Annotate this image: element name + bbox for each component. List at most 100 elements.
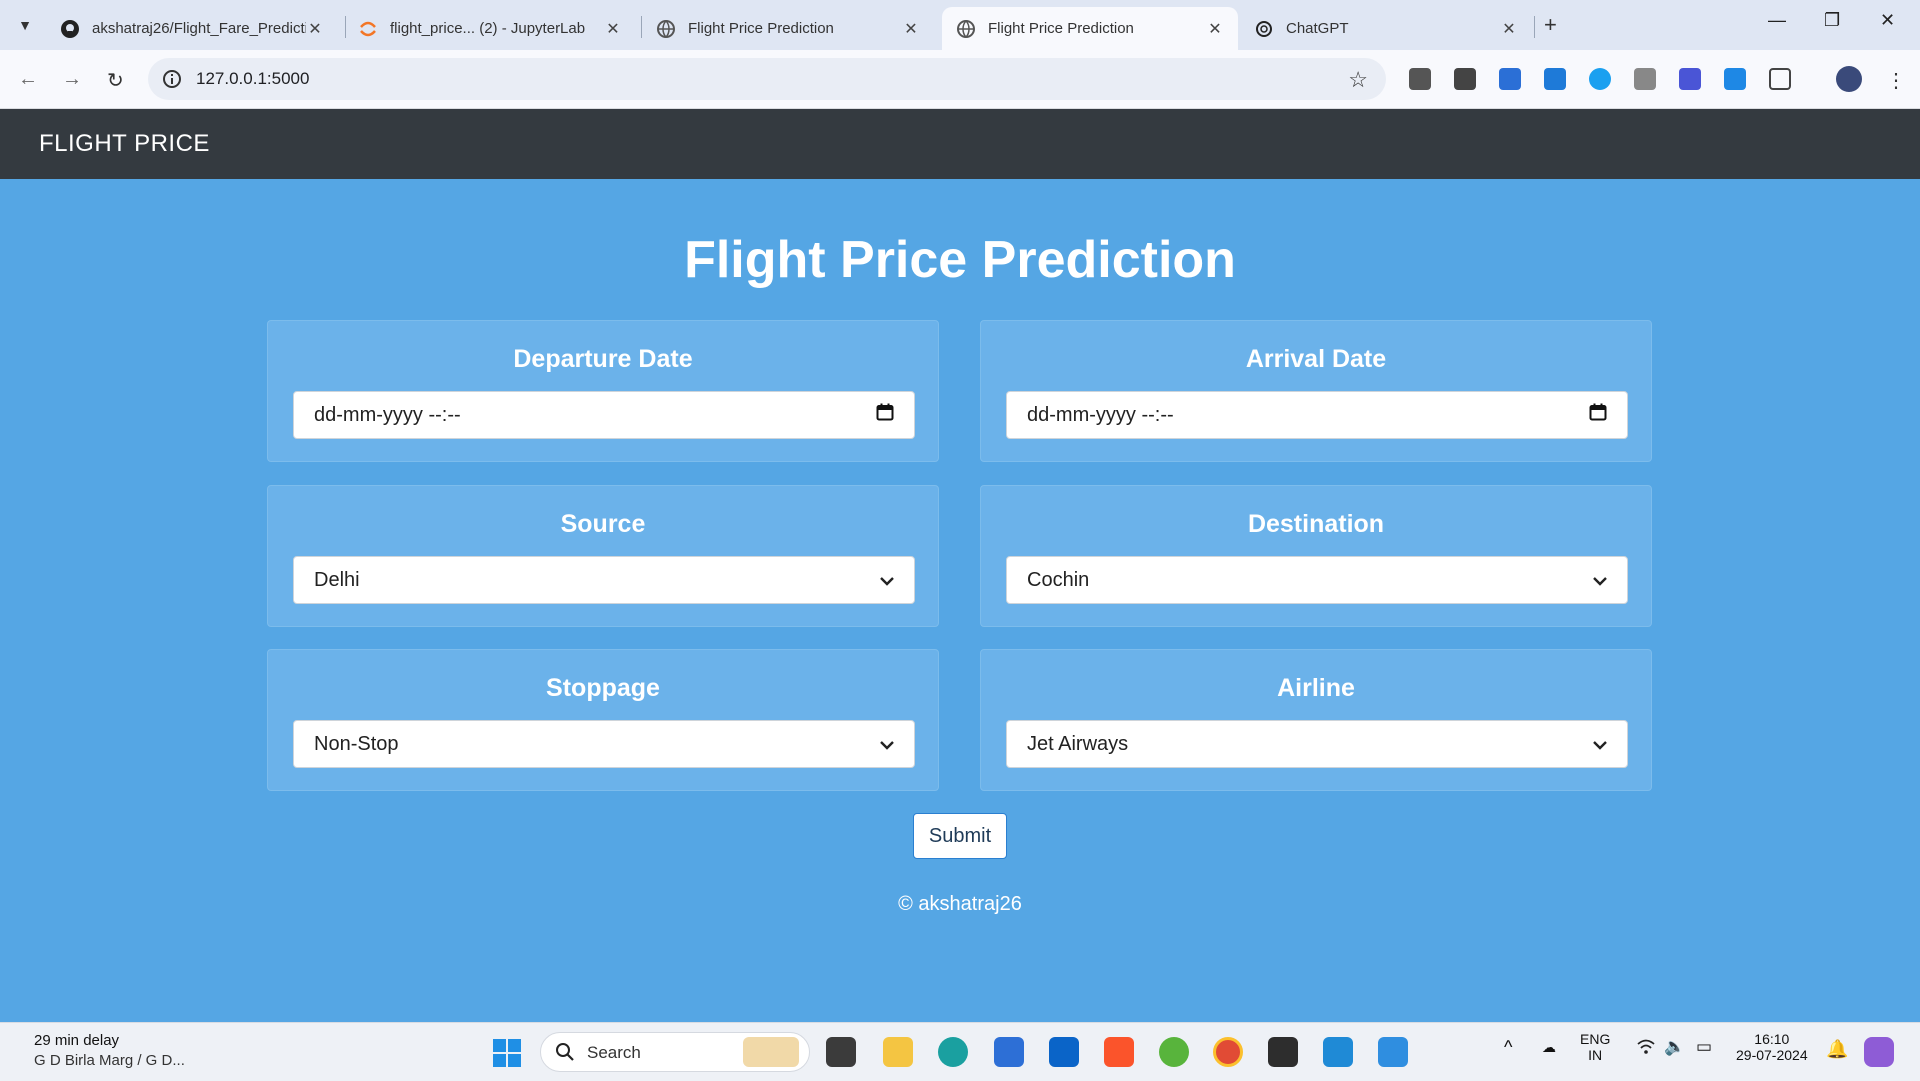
windows-start-icon[interactable] bbox=[492, 1038, 522, 1073]
windows-taskbar: 29 min delay G D Birla Marg / G D... Sea… bbox=[0, 1022, 1920, 1081]
reload-icon[interactable]: ↻ bbox=[107, 68, 124, 93]
notepad-icon[interactable] bbox=[1378, 1037, 1408, 1067]
search-placeholder: Search bbox=[587, 1043, 641, 1062]
weather-widget-line2[interactable]: G D Birla Marg / G D... bbox=[34, 1052, 185, 1069]
minimize-icon[interactable]: — bbox=[1768, 10, 1786, 31]
calendar-icon[interactable] bbox=[876, 403, 894, 427]
language-indicator[interactable]: ENG IN bbox=[1580, 1031, 1610, 1063]
arrival-date-label: Arrival Date bbox=[1245, 345, 1387, 373]
close-icon[interactable]: ✕ bbox=[306, 19, 324, 39]
chevron-down-icon bbox=[880, 733, 894, 756]
airline-value: Jet Airways bbox=[1027, 732, 1129, 755]
tab-title: flight_price... (2) - JupyterLab bbox=[390, 20, 586, 37]
profile-avatar[interactable] bbox=[1836, 66, 1862, 92]
outlook-icon[interactable] bbox=[1049, 1037, 1079, 1067]
close-icon[interactable]: ✕ bbox=[1500, 19, 1518, 39]
page-title: Flight Price Prediction bbox=[684, 231, 1236, 289]
weather-widget-line1[interactable]: 29 min delay bbox=[34, 1032, 119, 1049]
wifi-icon[interactable] bbox=[1636, 1039, 1656, 1058]
calendar-icon[interactable] bbox=[1589, 403, 1607, 427]
extension-save-icon[interactable] bbox=[1724, 68, 1746, 90]
volume-icon[interactable]: 🔈 bbox=[1664, 1037, 1685, 1057]
tab-title: Flight Price Prediction bbox=[988, 20, 1134, 37]
extension-robot-icon[interactable] bbox=[1409, 68, 1431, 90]
chevron-down-icon bbox=[1593, 733, 1607, 756]
browser-tab-strip: ▼ akshatraj26/Flight_Fare_Predicti ✕ fli… bbox=[0, 0, 1920, 50]
destination-label: Destination bbox=[1247, 510, 1385, 538]
new-tab-icon[interactable]: + bbox=[1544, 12, 1557, 38]
tab-chatgpt[interactable]: ChatGPT ✕ bbox=[1240, 7, 1532, 50]
submit-button[interactable]: Submit bbox=[913, 813, 1007, 859]
extension-download-icon[interactable] bbox=[1544, 68, 1566, 90]
tab-divider bbox=[1534, 16, 1535, 38]
notification-bell-icon[interactable]: 🔔 bbox=[1826, 1039, 1848, 1060]
tab-jupyterlab[interactable]: flight_price... (2) - JupyterLab ✕ bbox=[344, 7, 636, 50]
search-highlight-image bbox=[743, 1037, 799, 1067]
terminal-icon[interactable] bbox=[1268, 1037, 1298, 1067]
chrome-icon[interactable] bbox=[1213, 1037, 1243, 1067]
airline-label: Airline bbox=[1277, 674, 1355, 702]
tab-github[interactable]: akshatraj26/Flight_Fare_Predicti ✕ bbox=[46, 7, 338, 50]
tab-title: akshatraj26/Flight_Fare_Predicti bbox=[92, 20, 306, 37]
jupyter-icon bbox=[358, 19, 378, 39]
site-info-icon[interactable] bbox=[162, 69, 182, 94]
forward-icon[interactable]: → bbox=[62, 68, 82, 91]
arrival-date-card: Arrival Date dd-mm-yyyy --:-- bbox=[980, 320, 1652, 462]
departure-date-input[interactable]: dd-mm-yyyy --:-- bbox=[293, 391, 915, 439]
extensions-puzzle-icon[interactable] bbox=[1769, 68, 1791, 90]
show-hidden-icons-chevron[interactable]: ^ bbox=[1504, 1037, 1512, 1058]
departure-date-card: Departure Date dd-mm-yyyy --:-- bbox=[267, 320, 939, 462]
browser-menu-icon[interactable]: ⋮ bbox=[1886, 68, 1906, 93]
search-icon bbox=[555, 1042, 575, 1067]
destination-select[interactable]: Cochin bbox=[1006, 556, 1628, 604]
departure-date-label: Departure Date bbox=[513, 345, 693, 373]
tab-flight-price-prediction[interactable]: Flight Price Prediction ✕ bbox=[642, 7, 934, 50]
microsoft-store-icon[interactable] bbox=[994, 1037, 1024, 1067]
task-view-icon[interactable] bbox=[826, 1037, 856, 1067]
stoppage-card: Stoppage Non-Stop bbox=[267, 649, 939, 791]
stoppage-select[interactable]: Non-Stop bbox=[293, 720, 915, 768]
close-icon[interactable]: ✕ bbox=[902, 19, 920, 39]
tab-search-chevron-icon[interactable]: ▼ bbox=[12, 12, 38, 38]
chevron-down-icon bbox=[880, 569, 894, 592]
close-icon[interactable]: ✕ bbox=[1206, 19, 1224, 39]
restore-icon[interactable]: ❐ bbox=[1824, 10, 1840, 31]
close-icon[interactable]: ✕ bbox=[604, 19, 622, 39]
source-select[interactable]: Delhi bbox=[293, 556, 915, 604]
arrival-date-value: dd-mm-yyyy --:-- bbox=[1027, 403, 1174, 426]
footer-copyright: © akshatraj26 bbox=[898, 893, 1022, 915]
tab-title: ChatGPT bbox=[1286, 20, 1349, 37]
vscode-icon[interactable] bbox=[1323, 1037, 1353, 1067]
globe-icon bbox=[956, 19, 976, 39]
file-explorer-icon[interactable] bbox=[883, 1037, 913, 1067]
brave-icon[interactable] bbox=[1104, 1037, 1134, 1067]
browser-toolbar: ← → ↻ 127.0.0.1:5000 ☆ ⋮ bbox=[0, 50, 1920, 109]
extension-check-icon[interactable] bbox=[1589, 68, 1611, 90]
edge-icon[interactable] bbox=[938, 1037, 968, 1067]
duolingo-icon[interactable] bbox=[1159, 1037, 1189, 1067]
extension-mountain-icon[interactable] bbox=[1634, 68, 1656, 90]
clock[interactable]: 16:10 29-07-2024 bbox=[1736, 1031, 1808, 1063]
navbar-brand[interactable]: FLIGHT PRICE bbox=[39, 130, 210, 158]
app-navbar: FLIGHT PRICE bbox=[0, 109, 1920, 179]
address-bar[interactable]: 127.0.0.1:5000 ☆ bbox=[148, 58, 1386, 100]
source-value: Delhi bbox=[314, 568, 360, 591]
extension-download-box-icon[interactable] bbox=[1454, 68, 1476, 90]
onedrive-cloud-icon[interactable]: ☁ bbox=[1542, 1039, 1556, 1056]
copilot-icon[interactable] bbox=[1864, 1037, 1894, 1067]
taskbar-search-box[interactable]: Search bbox=[540, 1032, 810, 1072]
back-icon[interactable]: ← bbox=[18, 68, 38, 91]
airline-card: Airline Jet Airways bbox=[980, 649, 1652, 791]
close-window-icon[interactable]: ✕ bbox=[1880, 10, 1895, 31]
source-label: Source bbox=[560, 510, 646, 538]
airline-select[interactable]: Jet Airways bbox=[1006, 720, 1628, 768]
bookmark-star-icon[interactable]: ☆ bbox=[1348, 67, 1368, 93]
extension-zip-icon[interactable] bbox=[1499, 68, 1521, 90]
tab-flight-price-prediction-active[interactable]: Flight Price Prediction ✕ bbox=[942, 7, 1238, 50]
departure-date-value: dd-mm-yyyy --:-- bbox=[314, 403, 461, 426]
arrival-date-input[interactable]: dd-mm-yyyy --:-- bbox=[1006, 391, 1628, 439]
github-icon bbox=[60, 19, 80, 39]
tab-title: Flight Price Prediction bbox=[688, 20, 834, 37]
battery-icon[interactable]: ▭ bbox=[1696, 1037, 1712, 1057]
extension-arrow-icon[interactable] bbox=[1679, 68, 1701, 90]
